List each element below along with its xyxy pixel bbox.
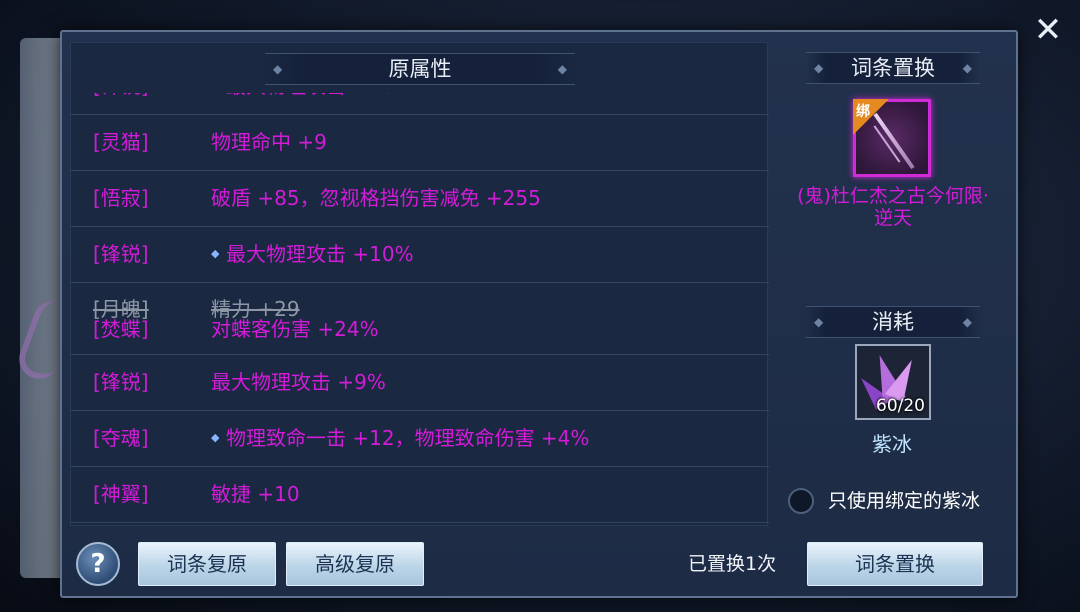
attribute-tag: [锋锐] xyxy=(93,93,149,113)
attribute-tag: [锋锐] xyxy=(93,242,149,266)
equipment-slot[interactable]: 绑 xyxy=(853,99,931,177)
replace-panel: 词条置换 绑 (鬼)杜仁杰之古今何限·逆天 消耗 60/20 紫冰 只使用绑定的… xyxy=(768,42,1016,526)
replace-button[interactable]: 词条置换 xyxy=(807,542,983,586)
replace-count: 已置换1次 xyxy=(688,553,777,575)
attribute-row: [锋锐] 最大物理攻击 +9% xyxy=(71,355,769,411)
original-attributes-panel: 原属性 [锋锐] ◆ 最大物理攻击 +10% [灵猫] 物理命中 +9 [悟寂] 破盾 +8… xyxy=(70,42,769,527)
diamond-icon: ◆ xyxy=(211,93,219,113)
close-button[interactable]: ✕ xyxy=(1030,12,1066,48)
close-icon: ✕ xyxy=(1033,10,1063,50)
attribute-tag: [神翼] xyxy=(93,482,149,506)
attribute-text: 对蝶客伤害 +24% xyxy=(211,317,379,341)
consume-title: 消耗 xyxy=(806,306,980,338)
advanced-restore-button[interactable]: 高级复原 xyxy=(286,542,424,586)
attribute-row: [夺魂] ◆ 物理致命一击 +12，物理致命伤害 +4% xyxy=(71,411,769,467)
attribute-text: 最大物理攻击 +10% xyxy=(226,93,414,113)
attribute-text: 破盾 +85，忽视格挡伤害减免 +255 xyxy=(211,186,541,210)
attribute-list: [锋锐] ◆ 最大物理攻击 +10% [灵猫] 物理命中 +9 [悟寂] 破盾 +85，忽视… xyxy=(71,93,769,523)
bound-badge-label: 绑 xyxy=(856,104,870,120)
attribute-text: 敏捷 +10 xyxy=(211,482,300,506)
diamond-icon: ◆ xyxy=(211,431,220,444)
panel-title: 原属性 xyxy=(265,53,575,85)
material-slot[interactable]: 60/20 xyxy=(855,344,931,420)
attribute-row: [锋锐] ◆ 最大物理攻击 +10% xyxy=(71,93,769,115)
attribute-tag: [锋锐] xyxy=(93,370,149,394)
attribute-row: [灵猫] 物理命中 +9 xyxy=(71,115,769,171)
attribute-row: [焚蝶] 对蝶客伤害 +24% xyxy=(71,311,769,355)
attribute-row: [锋锐] ◆ 最大物理攻击 +10% xyxy=(71,227,769,283)
diamond-icon: ◆ xyxy=(211,247,220,260)
attribute-tag: [悟寂] xyxy=(93,186,149,210)
attribute-tag: [灵猫] xyxy=(93,130,149,154)
attribute-row: [悟寂] 破盾 +85，忽视格挡伤害减免 +255 xyxy=(71,171,769,227)
material-name: 紫冰 xyxy=(872,432,912,456)
attribute-text: 最大物理攻击 +10% xyxy=(226,242,414,266)
attribute-tag: [焚蝶] xyxy=(93,317,149,341)
restore-button[interactable]: 词条复原 xyxy=(138,542,276,586)
attribute-text: 物理致命一击 +12，物理致命伤害 +4% xyxy=(226,426,590,450)
equipment-name: (鬼)杜仁杰之古今何限·逆天 xyxy=(797,185,989,229)
attribute-text: 最大物理攻击 +9% xyxy=(211,370,386,394)
replace-title: 词条置换 xyxy=(806,52,980,84)
bound-only-label: 只使用绑定的紫冰 xyxy=(828,490,981,512)
attribute-list-viewport[interactable]: [锋锐] ◆ 最大物理攻击 +10% [灵猫] 物理命中 +9 [悟寂] 破盾 +85，忽视… xyxy=(71,93,769,527)
material-count: 60/20 xyxy=(876,396,925,416)
help-button[interactable]: ? xyxy=(76,542,120,586)
attribute-row: [月魄] 精力 +29 xyxy=(71,283,769,321)
attribute-row: [神翼] 敏捷 +10 xyxy=(71,467,769,523)
attribute-text: 物理命中 +9 xyxy=(211,130,327,154)
attribute-tag: [夺魂] xyxy=(93,426,149,450)
bound-only-radio[interactable] xyxy=(788,488,814,514)
